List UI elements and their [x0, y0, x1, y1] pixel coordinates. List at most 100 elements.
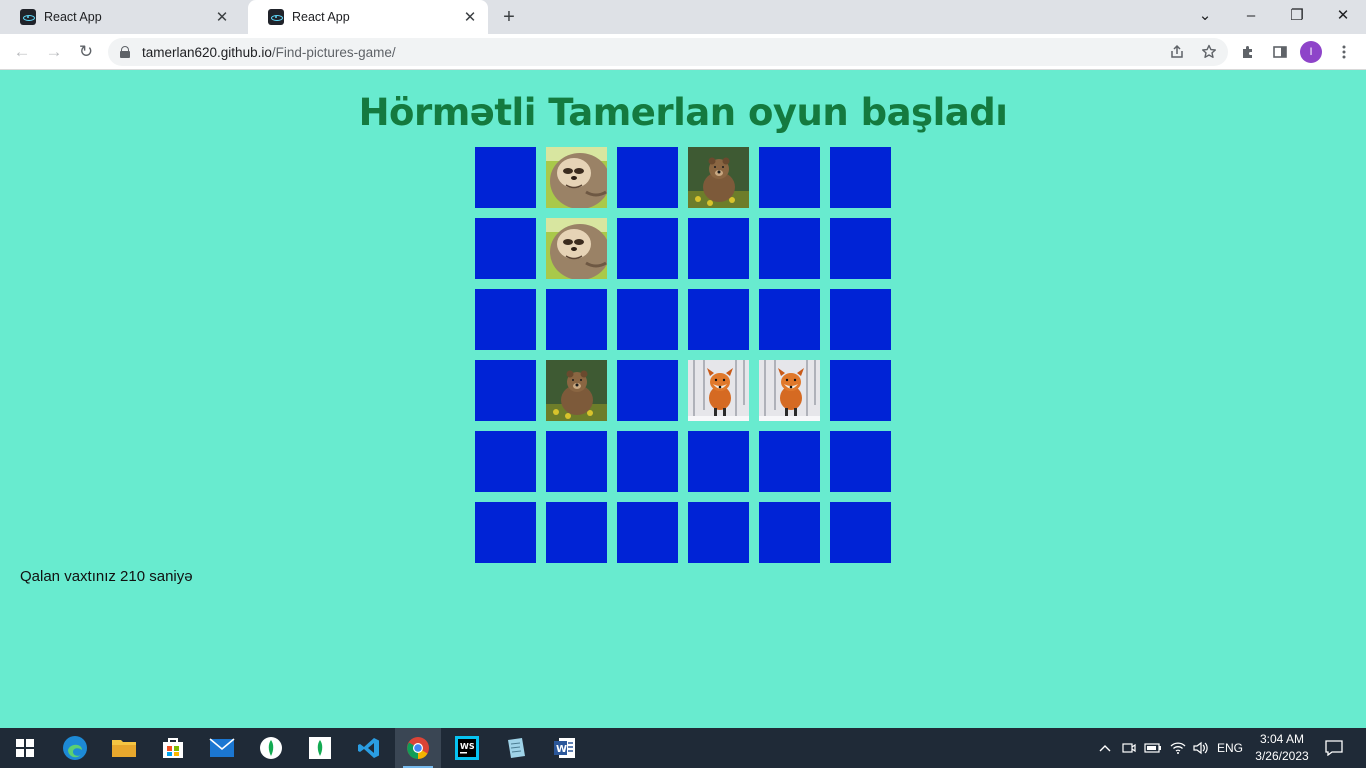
card-hidden[interactable] — [688, 289, 749, 350]
card-hidden[interactable] — [830, 360, 891, 421]
card-hidden[interactable] — [830, 218, 891, 279]
bear-image — [546, 360, 607, 421]
browser-tab-active[interactable]: React App ✕ — [248, 0, 488, 34]
system-clock[interactable]: 3:04 AM 3/26/2023 — [1252, 731, 1312, 765]
svg-text:WS: WS — [460, 742, 475, 751]
card-grid — [475, 147, 891, 563]
lock-icon[interactable] — [120, 46, 130, 58]
file-explorer-icon[interactable] — [101, 728, 147, 768]
card-hidden[interactable] — [830, 431, 891, 492]
card-revealed-bear[interactable] — [546, 360, 607, 421]
card-hidden[interactable] — [475, 147, 536, 208]
wifi-icon[interactable] — [1168, 728, 1188, 768]
card-hidden[interactable] — [759, 431, 820, 492]
notepad-icon[interactable] — [493, 728, 539, 768]
browser-tabstrip: React App ✕ React App ✕ + ⌄ – ❐ ✕ — [0, 0, 1366, 34]
game-title: Hörmətli Tamerlan oyun başladı — [358, 91, 1008, 134]
card-hidden[interactable] — [546, 289, 607, 350]
card-revealed-bear[interactable] — [688, 147, 749, 208]
mongodb-compass-icon[interactable] — [248, 728, 294, 768]
react-icon — [268, 9, 284, 25]
card-hidden[interactable] — [617, 502, 678, 563]
battery-icon[interactable] — [1143, 728, 1163, 768]
store-icon[interactable] — [150, 728, 196, 768]
card-hidden[interactable] — [617, 289, 678, 350]
minimize-button[interactable]: – — [1228, 0, 1274, 30]
card-revealed-sloth[interactable] — [546, 147, 607, 208]
card-hidden[interactable] — [617, 218, 678, 279]
card-hidden[interactable] — [688, 502, 749, 563]
react-icon — [20, 9, 36, 25]
extensions-icon[interactable] — [1234, 38, 1262, 66]
url-text: tamerlan620.github.io/Find-pictures-game… — [142, 45, 396, 60]
tab-title: React App — [44, 10, 102, 24]
url-path: /Find-pictures-game/ — [271, 44, 396, 60]
chrome-icon[interactable] — [395, 728, 441, 768]
card-hidden[interactable] — [759, 289, 820, 350]
word-icon[interactable]: W — [542, 728, 588, 768]
star-icon[interactable] — [1198, 42, 1220, 62]
card-hidden[interactable] — [759, 218, 820, 279]
card-revealed-sloth[interactable] — [546, 218, 607, 279]
card-hidden[interactable] — [475, 360, 536, 421]
vscode-icon[interactable] — [346, 728, 392, 768]
new-tab-button[interactable]: + — [497, 6, 521, 28]
camera-icon[interactable] — [1120, 728, 1138, 768]
card-hidden[interactable] — [688, 218, 749, 279]
menu-icon[interactable] — [1330, 38, 1358, 66]
card-hidden[interactable] — [759, 502, 820, 563]
bear-image — [688, 147, 749, 208]
card-hidden[interactable] — [617, 360, 678, 421]
notifications-icon[interactable] — [1320, 728, 1348, 768]
browser-tab[interactable]: React App ✕ — [0, 0, 240, 34]
sloth-image — [546, 218, 607, 279]
card-revealed-fox[interactable] — [688, 360, 749, 421]
card-hidden[interactable] — [475, 289, 536, 350]
windows-start-icon[interactable] — [2, 728, 48, 768]
card-hidden[interactable] — [830, 502, 891, 563]
webstorm-icon[interactable]: WS — [444, 728, 490, 768]
share-icon[interactable] — [1166, 42, 1188, 62]
tab-search-icon[interactable]: ⌄ — [1182, 0, 1228, 30]
mail-icon[interactable] — [199, 728, 245, 768]
clock-date: 3/26/2023 — [1255, 749, 1309, 763]
card-hidden[interactable] — [759, 147, 820, 208]
url-host: tamerlan620.github.io — [142, 44, 272, 60]
profile-avatar[interactable]: I — [1300, 41, 1322, 63]
card-hidden[interactable] — [475, 502, 536, 563]
sloth-image — [546, 147, 607, 208]
taskbar: WS W ENG 3:04 AM 3/26/2023 — [0, 728, 1366, 768]
card-hidden[interactable] — [546, 502, 607, 563]
close-tab-icon[interactable]: ✕ — [212, 7, 232, 27]
timer-text: Qalan vaxtınız 210 saniyə — [20, 568, 193, 585]
card-hidden[interactable] — [546, 431, 607, 492]
language-indicator[interactable]: ENG — [1214, 728, 1246, 768]
svg-text:W: W — [556, 744, 567, 755]
restore-button[interactable]: ❐ — [1274, 0, 1320, 30]
reload-button[interactable]: ↻ — [72, 38, 100, 66]
mongodb-icon[interactable] — [297, 728, 343, 768]
address-bar[interactable]: tamerlan620.github.io/Find-pictures-game… — [108, 38, 1228, 66]
clock-time: 3:04 AM — [1259, 732, 1305, 746]
fox-image — [759, 360, 820, 421]
card-revealed-fox[interactable] — [759, 360, 820, 421]
page-content: Hörmətli Tamerlan oyun başladı Qalan vax… — [0, 71, 1366, 728]
fox-image — [688, 360, 749, 421]
browser-toolbar: ← → ↻ tamerlan620.github.io/Find-picture… — [0, 34, 1366, 70]
card-hidden[interactable] — [475, 218, 536, 279]
card-hidden[interactable] — [830, 147, 891, 208]
side-panel-icon[interactable] — [1266, 38, 1294, 66]
volume-icon[interactable] — [1191, 728, 1211, 768]
back-button[interactable]: ← — [8, 38, 36, 66]
card-hidden[interactable] — [617, 147, 678, 208]
card-hidden[interactable] — [475, 431, 536, 492]
card-hidden[interactable] — [830, 289, 891, 350]
card-hidden[interactable] — [617, 431, 678, 492]
chevron-up-icon[interactable] — [1096, 728, 1114, 768]
card-hidden[interactable] — [688, 431, 749, 492]
close-tab-icon[interactable]: ✕ — [460, 7, 480, 27]
tab-title: React App — [292, 10, 350, 24]
edge-icon[interactable] — [52, 728, 98, 768]
forward-button[interactable]: → — [40, 38, 68, 66]
close-window-button[interactable]: ✕ — [1320, 0, 1366, 30]
